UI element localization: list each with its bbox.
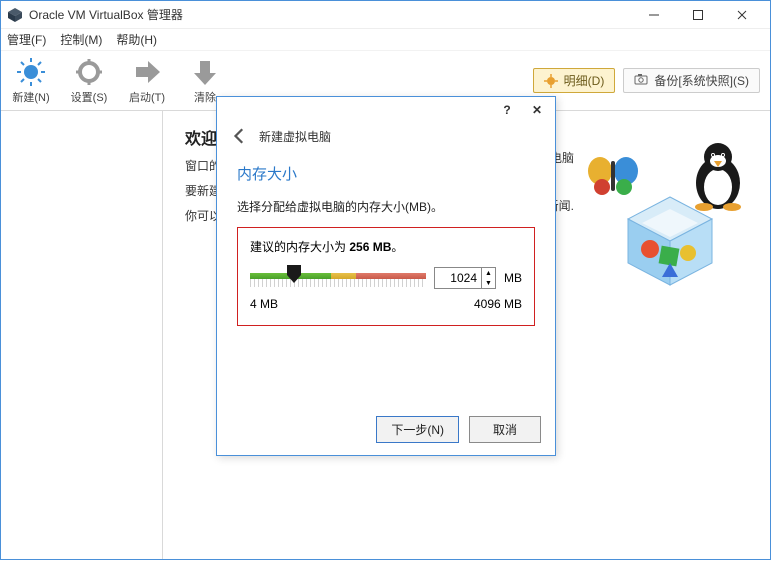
- back-button[interactable]: [231, 127, 249, 145]
- memory-spinbox[interactable]: ▲ ▼: [434, 267, 496, 289]
- next-button[interactable]: 下一步(N): [376, 416, 459, 443]
- dialog-body: 内存大小 选择分配给虚拟电脑的内存大小(MB)。 建议的内存大小为 256 MB…: [217, 155, 555, 330]
- new-vm-dialog: ? ✕ 新建虚拟电脑 内存大小 选择分配给虚拟电脑的内存大小(MB)。 建议的内…: [216, 96, 556, 456]
- menu-help[interactable]: 帮助(H): [116, 31, 157, 48]
- minimize-button[interactable]: [632, 1, 676, 29]
- dialog-description: 选择分配给虚拟电脑的内存大小(MB)。: [237, 198, 535, 215]
- window-title: Oracle VM VirtualBox 管理器: [29, 6, 183, 23]
- arrow-down-icon: [190, 57, 220, 87]
- virtualbox-logo-icon: [620, 191, 720, 294]
- close-button[interactable]: [720, 1, 764, 29]
- recommend-suffix: 。: [391, 240, 403, 254]
- toolbar-clear-label: 清除: [194, 89, 216, 105]
- memory-input[interactable]: [435, 268, 481, 288]
- recommend-value: 256 MB: [349, 240, 391, 254]
- app-icon: [7, 7, 23, 23]
- snapshots-button[interactable]: 备份[系统快照](S): [623, 68, 760, 93]
- toolbar-settings-label: 设置(S): [71, 89, 108, 105]
- titlebar: Oracle VM VirtualBox 管理器: [1, 1, 770, 29]
- gear-icon: [74, 57, 104, 87]
- details-button[interactable]: 明细(D): [533, 68, 616, 93]
- recommend-prefix: 建议的内存大小为: [250, 240, 349, 254]
- dialog-title: 新建虚拟电脑: [259, 128, 331, 145]
- memory-slider[interactable]: [250, 265, 426, 291]
- memory-box: 建议的内存大小为 256 MB。: [237, 227, 535, 326]
- arrow-right-icon: [132, 57, 162, 87]
- dialog-header: 新建虚拟电脑: [217, 123, 555, 155]
- vm-list-sidebar[interactable]: [1, 111, 163, 559]
- sun-icon: [16, 57, 46, 87]
- memory-slider-row: ▲ ▼ MB: [250, 265, 522, 291]
- dialog-close-button[interactable]: ✕: [529, 102, 545, 118]
- toolbar-new[interactable]: 新建(N): [7, 55, 55, 106]
- toolbar-start-label: 启动(T): [129, 89, 165, 105]
- logo-group: [582, 139, 752, 319]
- star-icon: [544, 74, 558, 88]
- toolbar-start[interactable]: 启动(T): [123, 55, 171, 106]
- dialog-footer: 下一步(N) 取消: [376, 416, 541, 443]
- dialog-help-button[interactable]: ?: [499, 102, 515, 118]
- slider-thumb[interactable]: [287, 265, 301, 283]
- maximize-button[interactable]: [676, 1, 720, 29]
- section-title: 内存大小: [237, 163, 535, 184]
- menubar: 管理(F) 控制(M) 帮助(H): [1, 29, 770, 51]
- toolbar-settings[interactable]: 设置(S): [65, 55, 113, 106]
- snapshots-label: 备份[系统快照](S): [654, 72, 749, 89]
- spin-arrows[interactable]: ▲ ▼: [481, 268, 495, 288]
- toolbar-new-label: 新建(N): [12, 89, 49, 105]
- menu-file[interactable]: 管理(F): [7, 31, 46, 48]
- spin-down[interactable]: ▼: [482, 278, 495, 288]
- range-min: 4 MB: [250, 297, 278, 311]
- spin-up[interactable]: ▲: [482, 268, 495, 278]
- menu-control[interactable]: 控制(M): [60, 31, 102, 48]
- cancel-button[interactable]: 取消: [469, 416, 541, 443]
- range-max: 4096 MB: [474, 297, 522, 311]
- dialog-titlebar: ? ✕: [217, 97, 555, 123]
- window-controls: [632, 1, 764, 29]
- details-label: 明细(D): [564, 72, 605, 89]
- recommend-text: 建议的内存大小为 256 MB。: [250, 238, 522, 255]
- range-labels: 4 MB 4096 MB: [250, 297, 522, 311]
- memory-unit: MB: [504, 271, 522, 285]
- camera-icon: [634, 73, 648, 88]
